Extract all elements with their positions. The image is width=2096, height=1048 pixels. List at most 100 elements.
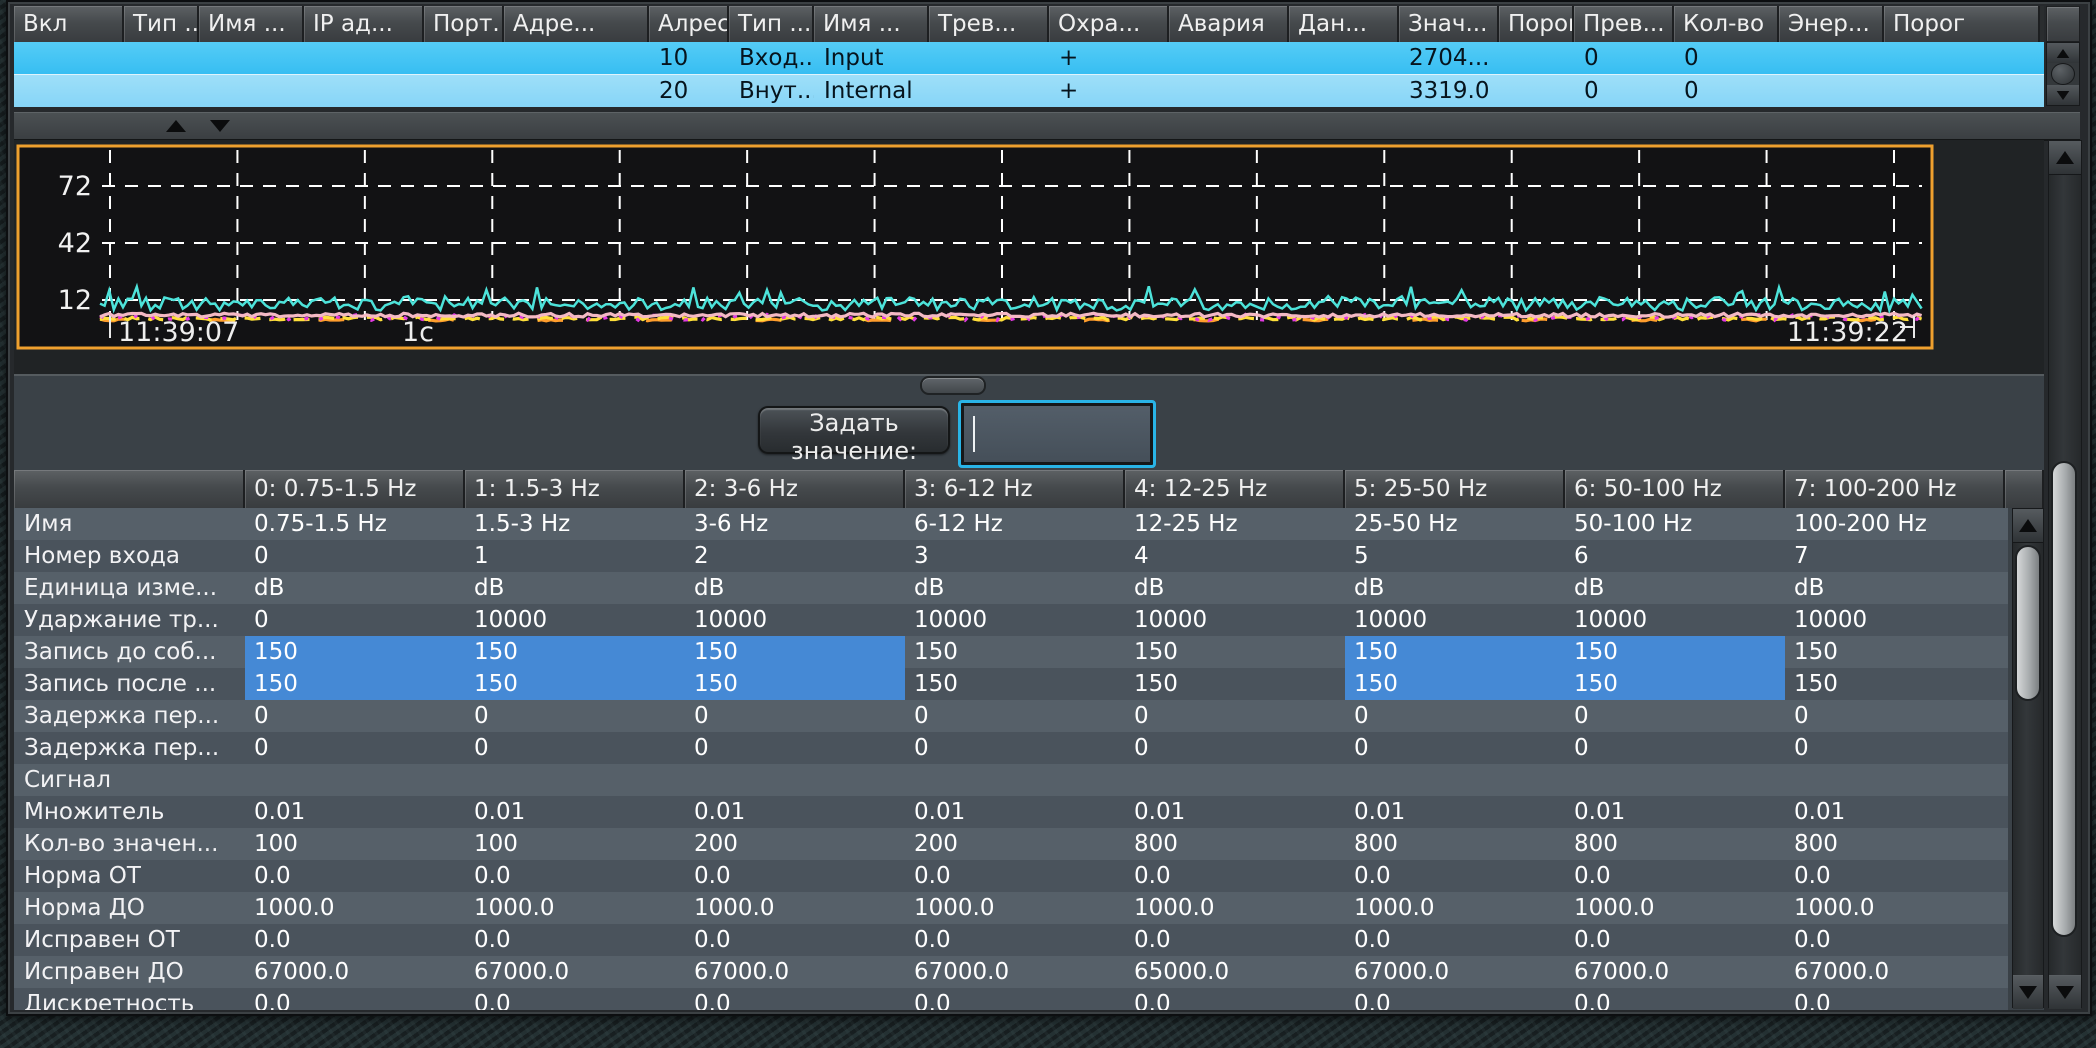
param-cell[interactable] [1345,764,1565,796]
scroll-up-button[interactable] [2013,509,2043,543]
param-row[interactable]: Имя0.75-1.5 Hz1.5-3 Hz3-6 Hz6-12 Hz12-25… [14,508,2008,540]
param-cell[interactable]: dB [685,572,905,604]
param-cell[interactable]: dB [1345,572,1565,604]
param-column-header[interactable]: 6: 50-100 Hz [1565,470,1785,508]
top-table-column-header[interactable]: Энер... [1779,6,1884,42]
top-table-column-header[interactable]: Охра... [1049,6,1169,42]
param-cell[interactable]: 1000.0 [685,892,905,924]
param-cell[interactable]: 1000.0 [1785,892,2005,924]
param-cell[interactable]: 100 [465,828,685,860]
param-cell[interactable]: 0.0 [465,988,685,1010]
param-cell[interactable]: 1.5-3 Hz [465,508,685,540]
param-cell[interactable]: 4 [1125,540,1345,572]
param-cell[interactable] [245,764,465,796]
param-row[interactable]: Исправен ДО67000.067000.067000.067000.06… [14,956,2008,988]
top-table-column-header[interactable]: Вкл [14,6,124,42]
param-cell[interactable]: 150 [1125,668,1345,700]
param-cell[interactable]: 0.0 [1125,988,1345,1010]
param-cell[interactable] [685,764,905,796]
param-cell[interactable]: 12-25 Hz [1125,508,1345,540]
param-row[interactable]: Ударжание тр...0100001000010000100001000… [14,604,2008,636]
param-cell[interactable]: 0 [1125,732,1345,764]
splitter-handle[interactable] [920,376,986,395]
scroll-down-button[interactable] [2013,975,2043,1009]
param-cell[interactable]: 200 [685,828,905,860]
top-table-column-header[interactable]: Порог [1884,6,2040,42]
param-cell[interactable]: 0 [245,604,465,636]
param-cell[interactable]: 67000.0 [1785,956,2005,988]
top-table-column-header[interactable]: Адре... [504,6,649,42]
param-column-header[interactable]: 2: 3-6 Hz [685,470,905,508]
param-cell[interactable]: 150 [1785,668,2005,700]
param-cell[interactable]: 150 [245,668,465,700]
param-cell[interactable]: 67000.0 [245,956,465,988]
param-cell[interactable]: 0.0 [1785,860,2005,892]
param-cell[interactable]: 67000.0 [1345,956,1565,988]
param-cell[interactable]: dB [905,572,1125,604]
scroll-thumb[interactable] [2051,461,2077,937]
param-cell[interactable]: 0.0 [245,924,465,956]
top-table-column-header[interactable]: Прев... [1574,6,1674,42]
param-cell[interactable]: 0 [685,700,905,732]
param-cell[interactable]: 0.0 [245,988,465,1010]
param-column-header[interactable]: 0: 0.75-1.5 Hz [245,470,465,508]
param-cell[interactable]: dB [1785,572,2005,604]
param-cell[interactable]: 150 [465,668,685,700]
param-row[interactable]: Дискретность0.00.00.00.00.00.00.00.0 [14,988,2008,1010]
param-cell[interactable]: 10000 [1125,604,1345,636]
param-cell[interactable]: 0 [1345,700,1565,732]
param-row[interactable]: Единица изме...dBdBdBdBdBdBdBdB [14,572,2008,604]
param-row[interactable]: Запись после ...150150150150150150150150 [14,668,2008,700]
param-cell[interactable]: 150 [1785,636,2005,668]
param-cell[interactable]: 0.75-1.5 Hz [245,508,465,540]
param-cell[interactable]: 25-50 Hz [1345,508,1565,540]
param-cell[interactable]: 0 [1785,732,2005,764]
param-cell[interactable]: 10000 [1785,604,2005,636]
param-cell[interactable]: 10000 [1345,604,1565,636]
param-cell[interactable]: 100 [245,828,465,860]
param-cell[interactable]: 0 [245,732,465,764]
param-row[interactable]: Исправен ОТ0.00.00.00.00.00.00.00.0 [14,924,2008,956]
param-cell[interactable]: 0.0 [465,924,685,956]
param-cell[interactable]: 10000 [905,604,1125,636]
param-cell[interactable]: 1000.0 [1565,892,1785,924]
param-cell[interactable]: 7 [1785,540,2005,572]
top-table-column-header[interactable]: Тип ... [729,6,814,42]
scroll-thumb[interactable] [2051,63,2075,85]
top-table-column-header[interactable]: Тип ... [124,6,199,42]
devices-table-scrollbar[interactable] [2046,42,2080,106]
param-cell[interactable]: 6-12 Hz [905,508,1125,540]
param-cell[interactable]: 50-100 Hz [1565,508,1785,540]
param-cell[interactable] [905,764,1125,796]
param-cell[interactable]: dB [465,572,685,604]
param-row[interactable]: Задержка пер...00000000 [14,700,2008,732]
param-row[interactable]: Норма ОТ0.00.00.00.00.00.00.00.0 [14,860,2008,892]
param-cell[interactable]: 0 [905,700,1125,732]
param-cell[interactable] [1125,764,1345,796]
param-cell[interactable]: 0.01 [1125,796,1345,828]
param-cell[interactable]: 0.01 [905,796,1125,828]
param-cell[interactable]: 2 [685,540,905,572]
param-cell[interactable]: 0 [685,732,905,764]
top-table-column-header[interactable]: Авария [1169,6,1289,42]
param-cell[interactable]: 0.0 [1785,988,2005,1010]
param-cell[interactable]: 6 [1565,540,1785,572]
param-cell[interactable]: dB [1125,572,1345,604]
param-cell[interactable]: 0.0 [1565,988,1785,1010]
param-cell[interactable]: 150 [905,636,1125,668]
param-cell[interactable]: 0.0 [1345,988,1565,1010]
param-cell[interactable]: 0.0 [1565,924,1785,956]
param-cell[interactable]: 67000.0 [685,956,905,988]
param-cell[interactable]: 0.0 [905,924,1125,956]
param-cell[interactable]: 0.0 [465,860,685,892]
param-cell[interactable]: 150 [245,636,465,668]
param-cell[interactable]: 1000.0 [465,892,685,924]
param-cell[interactable]: 67000.0 [905,956,1125,988]
device-row[interactable]: 10Вход...Input+2704...00 [14,42,2044,74]
param-cell[interactable] [1565,764,1785,796]
param-cell[interactable]: 1000.0 [905,892,1125,924]
param-cell[interactable]: 0.0 [905,860,1125,892]
param-cell[interactable]: 800 [1125,828,1345,860]
param-row[interactable]: Номер входа01234567 [14,540,2008,572]
param-cell[interactable]: 0.0 [685,860,905,892]
